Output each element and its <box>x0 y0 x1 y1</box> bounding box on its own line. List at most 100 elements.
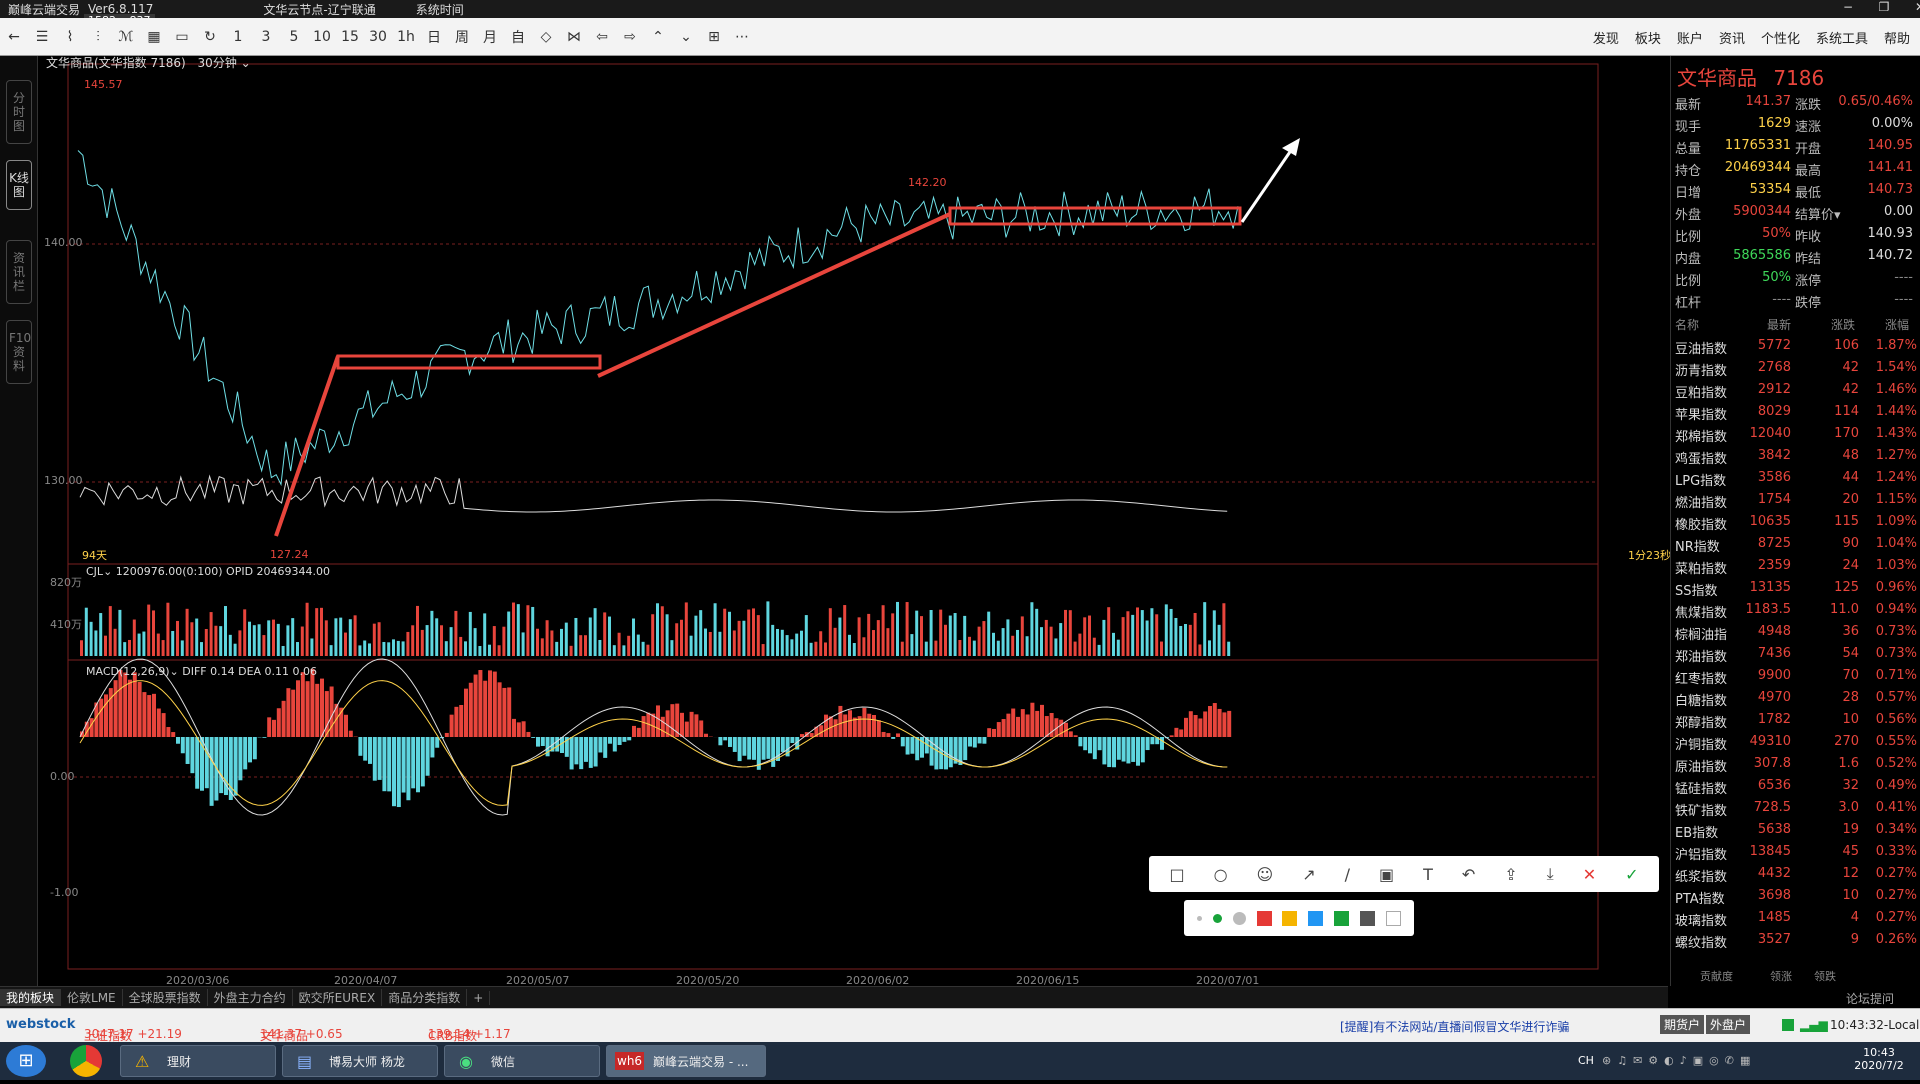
pen-icon[interactable]: / <box>1345 865 1350 884</box>
close-icon[interactable]: ✕ <box>1583 865 1596 884</box>
arrow-icon[interactable]: ↗ <box>1302 865 1315 884</box>
index-row[interactable]: 玻璃指数148540.27% <box>1671 910 1920 932</box>
menu-personalize[interactable]: 个性化 <box>1761 28 1800 47</box>
index-row[interactable]: 螺纹指数352790.26% <box>1671 932 1920 954</box>
kline2-icon[interactable]: ℳ <box>112 22 140 52</box>
index-row[interactable]: 白糖指数4970280.57% <box>1671 690 1920 712</box>
index-row[interactable]: 纸浆指数4432120.27% <box>1671 866 1920 888</box>
fraud-notice[interactable]: [提醒]有不法网站/直播间假冒文华进行诈骗 <box>1340 1018 1569 1035</box>
col-change[interactable]: 涨跌 <box>1831 316 1855 333</box>
index-row[interactable]: 沪铝指数13845450.33% <box>1671 844 1920 866</box>
undo-icon[interactable]: ↶ <box>1462 865 1475 884</box>
size-small-dot[interactable] <box>1197 916 1202 921</box>
index-row[interactable]: 豆油指数57721061.87% <box>1671 338 1920 360</box>
diamond-icon[interactable]: ◇ <box>532 22 560 52</box>
confirm-icon[interactable]: ✓ <box>1625 865 1638 884</box>
right-arrow-icon[interactable]: ⇨ <box>616 22 644 52</box>
color-swatch-green[interactable] <box>1334 911 1349 926</box>
tab-news[interactable]: 资讯栏 <box>6 240 32 304</box>
tab-leaders-up[interactable]: 领涨 <box>1770 968 1792 984</box>
left-arrow-icon[interactable]: ⇦ <box>588 22 616 52</box>
tab-eurex[interactable]: 欧交所EUREX <box>293 989 383 1006</box>
color-swatch-yellow[interactable] <box>1282 911 1297 926</box>
list-icon[interactable]: ☰ <box>28 22 56 52</box>
chrome-icon[interactable] <box>70 1045 102 1077</box>
period-day[interactable]: 日 <box>420 22 448 52</box>
index-row[interactable]: 焦煤指数1183.511.00.94% <box>1671 602 1920 624</box>
minimize-button[interactable]: − <box>1830 0 1866 18</box>
index-row[interactable]: 鸡蛋指数3842481.27% <box>1671 448 1920 470</box>
index-row[interactable]: 橡胶指数106351151.09% <box>1671 514 1920 536</box>
refresh-icon[interactable]: ↻ <box>196 22 224 52</box>
period-selector[interactable]: 30分钟 <box>198 56 237 70</box>
futures-account-button[interactable]: 期货户 <box>1660 1015 1704 1034</box>
tray-icons[interactable]: ⊛♫✉⚙◐♪▣◎✆▦ <box>1602 1042 1756 1080</box>
index-row[interactable]: 豆粕指数2912421.46% <box>1671 382 1920 404</box>
period-month[interactable]: 月 <box>476 22 504 52</box>
period-5[interactable]: 5 <box>280 22 308 52</box>
tab-commodity-index[interactable]: 商品分类指数 <box>382 989 467 1006</box>
outer-account-button[interactable]: 外盘户 <box>1706 1015 1750 1034</box>
index-row[interactable]: 沪铜指数493102700.55% <box>1671 734 1920 756</box>
index-row[interactable]: 郑醇指数1782100.56% <box>1671 712 1920 734</box>
chart-area[interactable]: 文华商品(文华指数 7186) 30分钟 ⌄ 145.57 127.24 142… <box>38 56 1668 986</box>
back-icon[interactable]: ← <box>0 22 28 52</box>
line-icon[interactable]: ⌇ <box>56 22 84 52</box>
task-trading[interactable]: wh6巅峰云端交易 - ... <box>606 1045 766 1077</box>
period-30[interactable]: 30 <box>364 22 392 52</box>
hourglass-icon[interactable]: ⋈ <box>560 22 588 52</box>
color-swatch-gray[interactable] <box>1360 911 1375 926</box>
tab-timeshare[interactable]: 分时图 <box>6 80 32 144</box>
close-window-button[interactable]: ✕ <box>1902 0 1920 18</box>
size-large-dot[interactable] <box>1233 912 1246 925</box>
grid-icon[interactable]: ⊞ <box>700 22 728 52</box>
chevron-down-icon[interactable]: ⌄ <box>237 56 251 70</box>
tab-lme[interactable]: 伦敦LME <box>61 989 123 1006</box>
up-arrow-icon[interactable]: ⌃ <box>644 22 672 52</box>
down-arrow-icon[interactable]: ⌄ <box>672 22 700 52</box>
table-icon[interactable]: ▦ <box>140 22 168 52</box>
tab-leaders-down[interactable]: 领跌 <box>1814 968 1836 984</box>
kline-chart[interactable] <box>38 56 1668 986</box>
color-swatch-blue[interactable] <box>1308 911 1323 926</box>
color-swatch-red[interactable] <box>1257 911 1272 926</box>
tab-global-index[interactable]: 全球股票指数 <box>123 989 208 1006</box>
color-swatch-white[interactable] <box>1386 911 1401 926</box>
period-1[interactable]: 1 <box>224 22 252 52</box>
index-row[interactable]: PTA指数3698100.27% <box>1671 888 1920 910</box>
kline-icon[interactable]: ⫶ <box>84 22 112 52</box>
index-row[interactable]: 原油指数307.81.60.52% <box>1671 756 1920 778</box>
tab-kline[interactable]: K线图 <box>6 160 32 210</box>
tray-lang[interactable]: CH <box>1578 1042 1594 1080</box>
index-row[interactable]: NR指数8725901.04% <box>1671 536 1920 558</box>
tab-my-sector[interactable]: 我的板块 <box>0 989 61 1006</box>
task-licai[interactable]: ⚠理财 <box>120 1045 276 1077</box>
index-row[interactable]: EB指数5638190.34% <box>1671 822 1920 844</box>
volume-title[interactable]: CJL <box>86 565 103 578</box>
index-row[interactable]: 苹果指数80291141.44% <box>1671 404 1920 426</box>
index-row[interactable]: 沥青指数2768421.54% <box>1671 360 1920 382</box>
index-row[interactable]: 棕榈油指4948360.73% <box>1671 624 1920 646</box>
forum-link[interactable]: 论坛提问 <box>1846 990 1894 1007</box>
macd-title[interactable]: MACD(12,26,9) <box>86 665 170 678</box>
mosaic-icon[interactable]: ▣ <box>1379 865 1394 884</box>
share-icon[interactable]: ⇪ <box>1504 865 1517 884</box>
index-row[interactable]: 锰硅指数6536320.49% <box>1671 778 1920 800</box>
period-1h[interactable]: 1h <box>392 22 420 52</box>
emoji-icon[interactable]: ☺ <box>1257 865 1274 884</box>
menu-discover[interactable]: 发现 <box>1593 28 1619 47</box>
size-medium-dot[interactable] <box>1213 914 1222 923</box>
tab-f10[interactable]: F10资料 <box>6 320 32 384</box>
index-row[interactable]: 燃油指数1754201.15% <box>1671 492 1920 514</box>
text-icon[interactable]: T <box>1423 865 1433 884</box>
menu-account[interactable]: 账户 <box>1677 28 1703 47</box>
period-custom[interactable]: 自 <box>504 22 532 52</box>
tab-foreign-main[interactable]: 外盘主力合约 <box>208 989 293 1006</box>
menu-sector[interactable]: 板块 <box>1635 28 1661 47</box>
maximize-button[interactable]: ❐ <box>1866 0 1902 18</box>
tab-contribution[interactable]: 贡献度 <box>1700 968 1733 984</box>
index-row[interactable]: 郑棉指数120401701.43% <box>1671 426 1920 448</box>
menu-help[interactable]: 帮助 <box>1884 28 1910 47</box>
task-wechat[interactable]: ◉微信 <box>444 1045 600 1077</box>
more-icon[interactable]: ⋯ <box>728 22 756 52</box>
